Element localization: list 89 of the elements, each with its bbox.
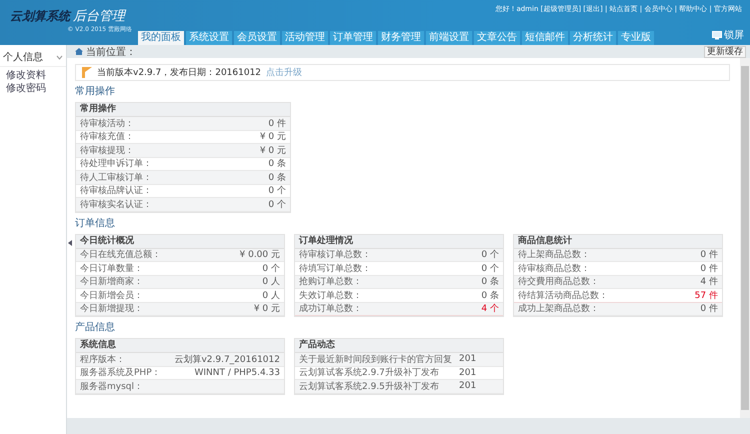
table-cell-text: 4 件 (700, 276, 718, 288)
table-cell-text: 今日订单数量： (80, 262, 143, 275)
table-cell-text: 今日新增提现： (80, 302, 143, 316)
refresh-cache-button[interactable]: 更新缓存 (704, 46, 746, 58)
breadcrumb: 当前位置： (86, 46, 136, 58)
news-link[interactable]: 云划算试客系统2.9.5升级补丁发布 (299, 380, 439, 393)
logo-title: 云划算系统 (10, 8, 70, 25)
table-cell-text: 0 条 (268, 158, 286, 170)
version-notice: 当前版本v2.9.7，发布日期：20161012 点击升级 (75, 64, 730, 81)
table-cell-text: 0 件 (268, 118, 286, 130)
table-cell-text: 0 件 (700, 262, 718, 275)
table-cell-text: 待审核订单总数： (299, 248, 371, 262)
nav-tab[interactable]: 短信邮件 (522, 31, 568, 45)
table-cell-text: 待审核商品总数： (518, 262, 590, 275)
table-cell-text: 待上架商品总数： (518, 248, 590, 262)
table-cell-text: 服务器系统及PHP： (80, 366, 161, 380)
nav-tab[interactable]: 系统设置 (186, 31, 232, 45)
table-cell-text: 0 个 (481, 248, 499, 262)
logo-subtitle: 后台管理 (73, 8, 125, 25)
monitor-icon (712, 30, 722, 40)
table-cell-text: 0 条 (481, 290, 499, 302)
news-link[interactable]: 关于最近新时间段到账行卡的官方回复 (299, 352, 452, 366)
nav-tab[interactable]: 我的面板 (138, 31, 184, 45)
table-cell-text: 0 件 (700, 248, 718, 262)
table-cell: WINNT / PHP5.4.33 (194, 368, 280, 378)
table-cell-text: 待交費用商品总数： (518, 276, 599, 288)
table-cell-text: 201 (459, 368, 478, 378)
table-cell-text: 0 个 (268, 198, 286, 211)
table-cell-text: 0 条 (481, 276, 499, 288)
upgrade-link[interactable]: 点击升级 (266, 66, 302, 79)
news-link[interactable]: 云划算试客系统2.9.7升级补丁发布 (299, 366, 439, 380)
table-cell-text: 0 人 (262, 276, 280, 288)
table-cell-text: 待审核提现： (80, 144, 134, 157)
table-cell-text: 0 个 (262, 262, 280, 275)
table-cell-text: 待填写订单总数： (299, 262, 371, 275)
section-title: 常用操作 (75, 86, 116, 98)
sidebar-item[interactable]: 修改资料 (6, 70, 46, 81)
table-cell-text: ¥ 0 元 (254, 303, 280, 316)
table-cell-text: 待处理申诉订单： (80, 158, 152, 170)
table-cell-text: 抢购订单总数： (299, 276, 362, 288)
nav-tab[interactable]: 分析统计 (570, 31, 616, 45)
table-cell-text: 待审核品牌认证： (80, 184, 152, 198)
scrollbar[interactable] (740, 58, 750, 418)
table-cell-text: 0 人 (262, 290, 280, 302)
table-cell-text: 201 (459, 354, 478, 364)
table-cell-text: 0 个 (481, 262, 499, 275)
nav-tab[interactable]: 文章公告 (474, 31, 520, 45)
table-cell-text: 失效订单总数： (299, 290, 362, 302)
table-header: 商品信息统计 (514, 234, 722, 248)
section-title: 订单信息 (75, 218, 116, 230)
nav-tab[interactable]: 专业版 (618, 31, 654, 45)
table-cell-text: 0 件 (700, 302, 718, 316)
table-cell-text: 成功上架商品总数： (518, 302, 599, 316)
table-cell-text: 程序版本： (80, 354, 125, 366)
sidebar-item[interactable]: 修改密码 (6, 83, 46, 94)
table-cell-text: 今日在线充值总额： (80, 248, 161, 262)
flag-icon (82, 67, 92, 78)
sidebar-group[interactable]: 个人信息 (0, 48, 66, 67)
table-cell-text: 待人工审核订单： (80, 172, 152, 184)
table-header: 今日统计概况 (76, 234, 284, 248)
nav-tab[interactable]: 会员设置 (234, 31, 280, 45)
table-cell-text: 0 个 (268, 184, 286, 198)
table-header: 常用操作 (76, 103, 290, 117)
table-cell-text: 云划算v2.9.7_20161012 (174, 354, 280, 366)
table-cell-text: 4 个 (481, 302, 499, 316)
section-title: 产品信息 (75, 322, 116, 334)
table-header: 系统信息 (76, 339, 284, 353)
lock-button[interactable]: 锁屏 (712, 28, 744, 42)
table-cell-text: 0 条 (268, 172, 286, 184)
table-cell-text: 待审核实名认证： (80, 198, 152, 211)
table-header: 订单处理情况 (295, 234, 503, 248)
table-cell-text: 服务器mysql： (80, 380, 143, 393)
table-cell-text: 成功订单总数： (299, 302, 362, 316)
nav-tab[interactable]: 活动管理 (282, 31, 328, 45)
home-icon (75, 48, 83, 55)
table-header: 产品动态 (295, 339, 503, 353)
table-cell-text: 201 (459, 381, 478, 392)
table-cell-text: 待审核活动： (80, 118, 134, 130)
table-cell-text: 57 件 (694, 290, 718, 302)
table-cell-text: ¥ 0 元 (260, 144, 286, 157)
table-cell-text: 待结算活动商品总数： (518, 290, 608, 302)
table-cell-text: 待审核充值： (80, 130, 134, 144)
nav-tab[interactable]: 订单管理 (330, 31, 376, 45)
nav-tab[interactable]: 财务管理 (378, 31, 424, 45)
table-cell-text: 今日新增商家： (80, 276, 143, 288)
table-cell-text: 今日新增会员： (80, 290, 143, 302)
nav-tab[interactable]: 前端设置 (426, 31, 472, 45)
table-cell-text: ¥ 0.00 元 (240, 249, 280, 262)
table-cell-text: ¥ 0 元 (260, 131, 286, 144)
